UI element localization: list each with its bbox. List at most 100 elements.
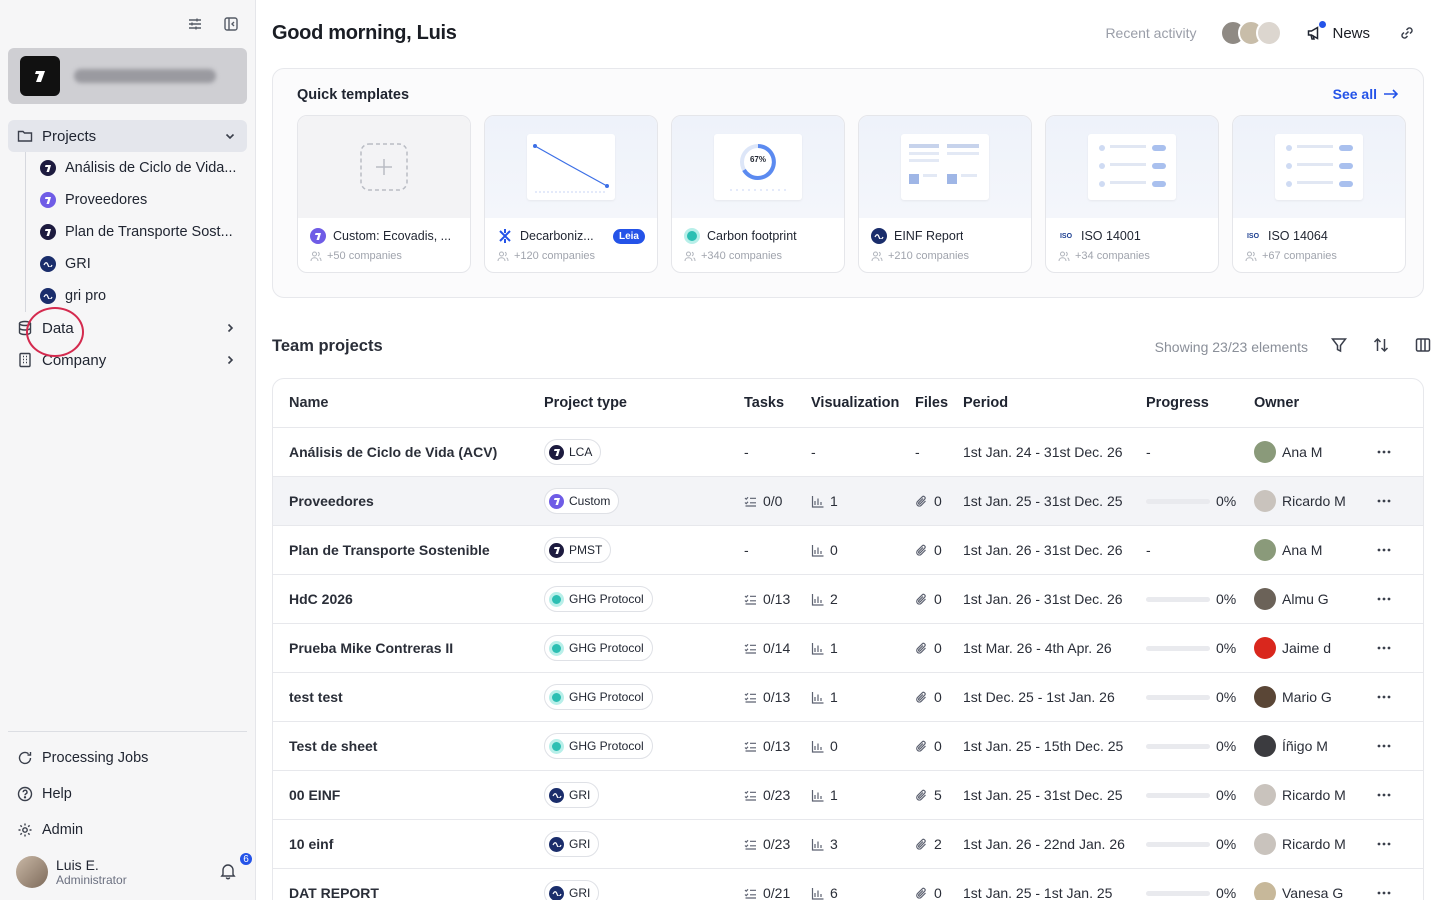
table-row[interactable]: Análisis de Ciclo de Vida (ACV) LCA - - - 1st…: [273, 428, 1423, 477]
row-actions-button[interactable]: [1364, 891, 1404, 895]
row-actions-button[interactable]: [1364, 793, 1404, 797]
visualization-cell: 0: [811, 542, 915, 558]
project-name-cell[interactable]: Análisis de Ciclo de Vida (ACV): [273, 444, 544, 460]
files-cell: 0: [915, 689, 963, 705]
project-name-cell[interactable]: 10 einf: [273, 836, 544, 852]
column-header-visualization[interactable]: Visualization: [811, 395, 915, 411]
row-actions-button[interactable]: [1364, 744, 1404, 748]
users-icon: [1058, 251, 1070, 261]
sidebar-project-item[interactable]: GRI: [40, 248, 247, 280]
owner-name: Vanesa G: [1282, 885, 1344, 900]
more-horizontal-icon: [1377, 744, 1391, 748]
template-card[interactable]: Custom: Ecovadis, ... +50 companies: [297, 115, 471, 273]
project-name-cell[interactable]: 00 EINF: [273, 787, 544, 803]
column-header-files[interactable]: Files: [915, 395, 963, 411]
table-row[interactable]: 10 einf GRI 0/23 3 2 1st Jan. 26 - 22nd Jan. …: [273, 820, 1423, 869]
project-name-cell[interactable]: Plan de Transporte Sostenible: [273, 542, 544, 558]
project-name-cell[interactable]: Proveedores: [273, 493, 544, 509]
sidebar-item-projects[interactable]: Projects: [8, 120, 247, 152]
sidebar-project-item[interactable]: Proveedores: [40, 184, 247, 216]
sidebar-project-item[interactable]: gri pro: [40, 280, 247, 312]
template-card[interactable]: Decarboniz... Leia +120 companies: [484, 115, 658, 273]
owner-name: Mario G: [1282, 689, 1332, 705]
link-icon[interactable]: [1398, 24, 1416, 42]
filter-icon[interactable]: [1330, 336, 1348, 354]
table-row[interactable]: DAT REPORT GRI 0/21 6 0 1st Jan. 25 - 1st Jan…: [273, 869, 1423, 900]
sidebar-project-label: GRI: [65, 256, 91, 272]
sidebar-item-label: Help: [42, 786, 72, 802]
sidebar-project-item[interactable]: Análisis de Ciclo de Vida...: [40, 152, 247, 184]
row-actions-button[interactable]: [1364, 548, 1404, 552]
row-actions-button[interactable]: [1364, 695, 1404, 699]
see-all-link[interactable]: See all: [1333, 86, 1399, 102]
table-row[interactable]: Prueba Mike Contreras II GHG Protocol 0/14…: [273, 624, 1423, 673]
template-count-label: +120 companies: [514, 250, 596, 262]
template-card[interactable]: ISO ISO 14064 +67 companies: [1232, 115, 1406, 273]
template-card[interactable]: 67% Carbon footprint +340 companies: [671, 115, 845, 273]
sidebar-item-label: Company: [42, 351, 107, 369]
sidebar-item-admin[interactable]: Admin: [8, 812, 247, 848]
user-profile[interactable]: Luis E. Administrator 6: [16, 851, 254, 888]
chevron-down-icon[interactable]: [223, 129, 237, 143]
template-name: Decarboniz...: [520, 229, 594, 243]
more-horizontal-icon: [1377, 450, 1391, 454]
notification-badge: 6: [238, 851, 254, 867]
recent-activity-link[interactable]: Recent activity: [1105, 25, 1196, 41]
template-card[interactable]: EINF Report +210 companies: [858, 115, 1032, 273]
showing-count: Showing 23/23 elements: [1154, 339, 1308, 355]
collapse-sidebar-icon[interactable]: [221, 14, 241, 34]
sliders-icon[interactable]: [185, 14, 205, 34]
row-actions-button[interactable]: [1364, 842, 1404, 846]
template-card[interactable]: ISO ISO 14001 +34 companies: [1045, 115, 1219, 273]
more-horizontal-icon: [1377, 793, 1391, 797]
news-unread-dot: [1319, 21, 1327, 28]
table-row[interactable]: Proveedores Custom 0/0 1 0 1st Jan. 25 - 31st…: [273, 477, 1423, 526]
project-name-cell[interactable]: test test: [273, 689, 544, 705]
table-row[interactable]: HdC 2026 GHG Protocol 0/13 2 0 1st Jan. 26 - …: [273, 575, 1423, 624]
bell-icon[interactable]: 6: [220, 851, 254, 882]
sidebar-project-item[interactable]: Plan de Transporte Sost...: [40, 216, 247, 248]
table-row[interactable]: test test GHG Protocol 0/13 1 0 1st Dec. 25 -…: [273, 673, 1423, 722]
column-header-progress[interactable]: Progress: [1146, 395, 1254, 411]
column-header-tasks[interactable]: Tasks: [744, 395, 811, 411]
sidebar-project-label: Plan de Transporte Sost...: [65, 224, 233, 240]
files-cell: 0: [915, 738, 963, 754]
column-header-period[interactable]: Period: [963, 395, 1146, 411]
project-name-cell[interactable]: HdC 2026: [273, 591, 544, 607]
avatar: [1254, 686, 1276, 708]
news-button[interactable]: News: [1306, 21, 1370, 42]
chevron-right-icon[interactable]: [223, 353, 237, 367]
sort-icon[interactable]: [1372, 336, 1390, 354]
columns-icon[interactable]: [1414, 336, 1432, 354]
project-name-cell[interactable]: Test de sheet: [273, 738, 544, 754]
sidebar-item-company[interactable]: Company: [8, 344, 247, 376]
more-horizontal-icon: [1377, 695, 1391, 699]
sidebar-item-help[interactable]: Help: [8, 776, 247, 812]
row-actions-button[interactable]: [1364, 450, 1404, 454]
project-name-cell[interactable]: DAT REPORT: [273, 885, 544, 900]
project-name-cell[interactable]: Prueba Mike Contreras II: [273, 640, 544, 656]
see-all-label: See all: [1332, 86, 1377, 102]
progress-bar: [1146, 645, 1210, 651]
row-actions-button[interactable]: [1364, 499, 1404, 503]
column-header-project-type[interactable]: Project type: [544, 395, 744, 411]
table-row[interactable]: Test de sheet GHG Protocol 0/13 0 0 1st Jan. …: [273, 722, 1423, 771]
tasks-cell: 0/13: [744, 591, 811, 607]
template-count-label: +340 companies: [701, 250, 783, 262]
column-header-name[interactable]: Name: [273, 395, 544, 411]
progress-value: 0%: [1216, 885, 1237, 900]
recent-activity-avatars[interactable]: [1220, 20, 1283, 46]
column-header-owner[interactable]: Owner: [1254, 395, 1364, 411]
row-actions-button[interactable]: [1364, 597, 1404, 601]
sidebar-item-processing-jobs[interactable]: Processing Jobs: [8, 740, 247, 776]
page-title: Good morning, Luis: [272, 22, 457, 44]
row-actions-button[interactable]: [1364, 646, 1404, 650]
table-row[interactable]: Plan de Transporte Sostenible PMST - 0 0 1st …: [273, 526, 1423, 575]
chevron-right-icon[interactable]: [223, 321, 237, 335]
checklist-thumbnail: [1275, 134, 1363, 200]
sidebar-item-data[interactable]: Data: [8, 312, 247, 344]
organization-switcher[interactable]: [8, 48, 247, 104]
progress-value: 0%: [1216, 787, 1237, 803]
table-row[interactable]: 00 EINF GRI 0/23 1 5 1st Jan. 25 - 31st Dec. …: [273, 771, 1423, 820]
bar-chart-icon: [811, 544, 824, 557]
